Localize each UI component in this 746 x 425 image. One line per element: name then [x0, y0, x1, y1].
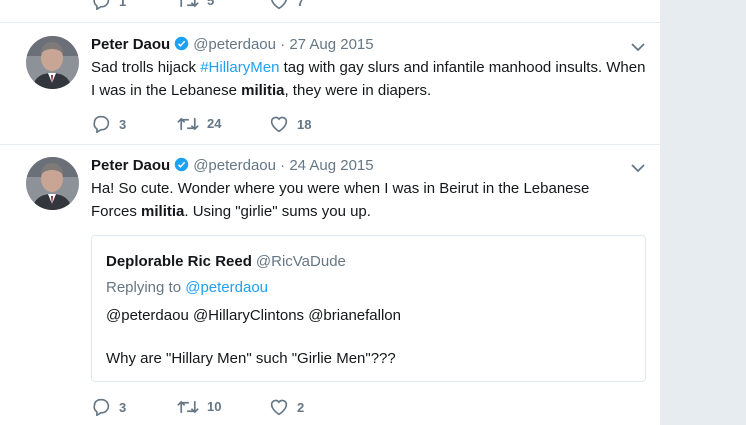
tweet-text: Ha! So cute. Wonder where you were when …: [91, 177, 621, 223]
avatar[interactable]: [26, 36, 79, 89]
highlighted-term: militia: [141, 203, 185, 220]
chevron-down-icon[interactable]: [630, 39, 646, 57]
text-segment: . Using "girlie" sums you up.: [184, 203, 371, 220]
author-name[interactable]: Peter Daou: [91, 36, 170, 53]
retweet-action[interactable]: 5: [177, 0, 214, 9]
like-action[interactable]: 7: [269, 0, 304, 10]
separator: ·: [280, 36, 286, 53]
timeline: 1 5 7 Peter Daou@peterdaou · 27 Aug 201: [0, 0, 660, 425]
like-icon: [270, 116, 288, 133]
like-count: 7: [297, 0, 305, 9]
tweet-date[interactable]: 24 Aug 2015: [289, 157, 373, 174]
right-gutter: [660, 0, 746, 425]
tweet[interactable]: Peter Daou @peterdaou · 24 Aug 2015 Ha! S…: [0, 145, 660, 425]
retweet-action[interactable]: 10: [177, 398, 221, 415]
reply-action[interactable]: 3: [91, 398, 127, 417]
text-segment: , they were in diapers.: [284, 82, 432, 99]
reply-icon: [93, 398, 110, 417]
retweet-icon: [177, 117, 199, 130]
retweet-action[interactable]: 24: [177, 115, 221, 132]
quoted-text-line: Why are "Hillary Men" such "Girlie Men"?…: [106, 350, 396, 367]
tweet[interactable]: Peter Daou @peterdaou · 27 Aug 2015 Sad t…: [0, 23, 660, 144]
retweet-icon: [180, 0, 199, 7]
reply-count: 3: [119, 399, 127, 415]
like-icon: [271, 0, 287, 10]
reply-action[interactable]: 3: [91, 115, 127, 134]
like-action[interactable]: 2: [269, 398, 304, 416]
tweet-date[interactable]: 27 Aug 2015: [289, 36, 373, 53]
quoted-author-handle: @RicVaDude: [255, 253, 346, 270]
tweet-text: Sad trolls hijack #HillaryMen tag with g…: [91, 56, 651, 102]
reply-count: 1: [119, 0, 127, 9]
replying-label: Replying to: [106, 279, 186, 296]
verified-icon: [174, 36, 189, 55]
reply-icon: [93, 0, 110, 11]
reply-action[interactable]: 1: [91, 0, 127, 11]
retweet-count: 24: [207, 116, 222, 132]
highlighted-term: militia: [241, 82, 285, 99]
like-icon: [270, 399, 288, 416]
retweet-count: 10: [207, 399, 222, 415]
quoted-text-line: @peterdaou @HillaryClintons @brianefallo…: [106, 307, 401, 324]
retweet-count: 5: [207, 0, 215, 9]
replying-mention[interactable]: @peterdaou: [185, 279, 268, 296]
reply-icon: [93, 115, 110, 134]
like-count: 18: [297, 116, 312, 132]
quoted-tweet[interactable]: Deplorable Ric Reed @RicVaDude Replying t…: [91, 235, 646, 382]
retweet-icon: [177, 400, 199, 413]
hashtag-link[interactable]: #HillaryMen: [200, 59, 279, 76]
verified-icon: [174, 157, 189, 176]
quoted-author-name: Deplorable Ric Reed: [106, 253, 252, 270]
tweet-header: Peter Daou @peterdaou · 27 Aug 2015: [91, 36, 374, 55]
avatar[interactable]: [26, 157, 79, 210]
replying-to: Replying to @peterdaou: [106, 279, 268, 296]
tweet-header: Peter Daou @peterdaou · 24 Aug 2015: [91, 157, 374, 176]
chevron-down-icon[interactable]: [630, 160, 646, 178]
like-count: 2: [297, 399, 305, 415]
like-action[interactable]: 18: [269, 115, 311, 133]
author-handle[interactable]: @peterdaou: [193, 157, 276, 174]
separator: ·: [280, 157, 286, 174]
text-segment: Sad trolls hijack: [91, 59, 201, 76]
author-handle[interactable]: @peterdaou: [193, 36, 276, 53]
reply-count: 3: [119, 116, 127, 132]
quoted-author: Deplorable Ric Reed @RicVaDude: [106, 253, 346, 270]
author-name[interactable]: Peter Daou: [91, 157, 170, 174]
